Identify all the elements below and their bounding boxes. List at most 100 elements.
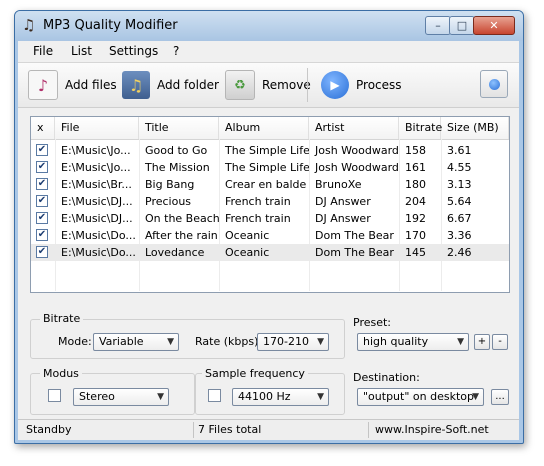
app-window: ♫ MP3 Quality Modifier – □ ✕ File List S… xyxy=(14,10,524,444)
row-checkbox[interactable]: ✔ xyxy=(36,178,48,190)
menu-bar: File List Settings ? xyxy=(18,41,519,61)
rate-select[interactable]: 170-210 ▼ xyxy=(257,333,329,351)
column-header-file[interactable]: File xyxy=(55,117,139,139)
chevron-down-icon: ▼ xyxy=(317,392,324,402)
cell-album: The Simple Life xyxy=(225,144,309,157)
cell-file: E:\Music\DJ... xyxy=(61,212,133,225)
table-row[interactable]: ✔ E:\Music\DJ... On the Beach French tra… xyxy=(31,210,509,227)
table-row[interactable]: ✔ E:\Music\DJ... Precious French train D… xyxy=(31,193,509,210)
cell-album: The Simple Life xyxy=(225,161,309,174)
remove-preset-button[interactable]: - xyxy=(492,334,508,350)
chevron-down-icon: ▼ xyxy=(167,337,174,347)
music-note-icon: ♫ xyxy=(22,16,36,34)
status-state: Standby xyxy=(26,423,72,436)
menu-help[interactable]: ? xyxy=(173,44,179,58)
cell-bitrate: 158 xyxy=(405,144,426,157)
cell-artist: DJ Answer xyxy=(315,212,371,225)
add-preset-button[interactable]: + xyxy=(474,334,490,350)
remove-label: Remove xyxy=(262,78,311,92)
table-row[interactable]: ✔ E:\Music\Do... After the rain Oceanic … xyxy=(31,227,509,244)
chevron-down-icon: ▼ xyxy=(317,337,324,347)
cell-bitrate: 192 xyxy=(405,212,426,225)
cell-album: Oceanic xyxy=(225,246,270,259)
minimize-button[interactable]: – xyxy=(425,16,451,35)
title-bar[interactable]: ♫ MP3 Quality Modifier – □ ✕ xyxy=(15,11,523,41)
menu-file[interactable]: File xyxy=(33,44,53,58)
cell-artist: Dom The Bear xyxy=(315,229,394,242)
mode-select-value: Variable xyxy=(99,335,144,348)
cell-bitrate: 145 xyxy=(405,246,426,259)
close-button[interactable]: ✕ xyxy=(473,16,515,35)
recycle-bin-icon: ♻ xyxy=(225,70,255,100)
cell-size: 3.13 xyxy=(447,178,472,191)
column-header-album[interactable]: Album xyxy=(219,117,309,139)
menu-settings[interactable]: Settings xyxy=(109,44,158,58)
add-files-label: Add files xyxy=(65,78,117,92)
row-checkbox[interactable]: ✔ xyxy=(36,195,48,207)
column-header-bitrate[interactable]: Bitrate xyxy=(399,117,442,139)
add-files-button[interactable]: ♪ Add files xyxy=(28,69,117,101)
status-file-count: 7 Files total xyxy=(198,423,262,436)
table-row[interactable]: ✔ E:\Music\Br... Big Bang Crear en balde… xyxy=(31,176,509,193)
cell-size: 5.64 xyxy=(447,195,472,208)
cell-bitrate: 204 xyxy=(405,195,426,208)
process-label: Process xyxy=(356,78,402,92)
mode-label: Mode: xyxy=(58,335,92,348)
row-checkbox[interactable]: ✔ xyxy=(36,229,48,241)
preset-select[interactable]: high quality ▼ xyxy=(357,333,469,351)
music-folder-icon: ♫ xyxy=(122,71,150,99)
mode-select[interactable]: Variable ▼ xyxy=(93,333,179,351)
row-checkbox[interactable]: ✔ xyxy=(36,161,48,173)
blue-dot-icon xyxy=(488,78,500,90)
stop-button[interactable] xyxy=(480,70,508,98)
cell-file: E:\Music\Br... xyxy=(61,178,132,191)
column-header-size[interactable]: Size (MB) xyxy=(441,117,509,139)
cell-bitrate: 170 xyxy=(405,229,426,242)
table-row[interactable]: ✔ E:\Music\Jo... The Mission The Simple … xyxy=(31,159,509,176)
music-file-icon: ♪ xyxy=(28,70,58,100)
destination-select-value: "output" on desktop xyxy=(363,390,474,403)
row-checkbox[interactable]: ✔ xyxy=(36,212,48,224)
table-row[interactable]: ✔ E:\Music\Jo... Good to Go The Simple L… xyxy=(31,142,509,159)
remove-button[interactable]: ♻ Remove xyxy=(225,69,311,101)
modus-select[interactable]: Stereo ▼ xyxy=(73,388,169,406)
cell-size: 4.55 xyxy=(447,161,472,174)
cell-size: 2.46 xyxy=(447,246,472,259)
bitrate-group-label: Bitrate xyxy=(40,312,84,325)
browse-button[interactable]: ... xyxy=(491,389,509,405)
destination-select[interactable]: "output" on desktop ▼ xyxy=(357,388,484,406)
cell-size: 6.67 xyxy=(447,212,472,225)
cell-file: E:\Music\Do... xyxy=(61,246,136,259)
cell-bitrate: 161 xyxy=(405,161,426,174)
chevron-down-icon: ▼ xyxy=(157,392,164,402)
destination-label: Destination: xyxy=(353,371,420,384)
sample-checkbox[interactable] xyxy=(208,389,221,402)
cell-title: On the Beach xyxy=(145,212,219,225)
process-button[interactable]: ▶ Process xyxy=(321,69,402,101)
add-folder-button[interactable]: ♫ Add folder xyxy=(122,69,219,101)
cell-title: Big Bang xyxy=(145,178,195,191)
cell-file: E:\Music\Do... xyxy=(61,229,136,242)
column-header-artist[interactable]: Artist xyxy=(309,117,399,139)
rate-select-value: 170-210 xyxy=(263,335,309,348)
cell-artist: BrunoXe xyxy=(315,178,362,191)
cell-album: Oceanic xyxy=(225,229,270,242)
sample-select[interactable]: 44100 Hz ▼ xyxy=(232,388,329,406)
modus-checkbox[interactable] xyxy=(48,389,61,402)
cell-title: The Mission xyxy=(145,161,210,174)
cell-artist: Josh Woodward xyxy=(315,144,399,157)
chevron-down-icon: ▼ xyxy=(472,392,479,402)
add-folder-label: Add folder xyxy=(157,78,219,92)
preset-select-value: high quality xyxy=(363,335,429,348)
cell-title: Precious xyxy=(145,195,192,208)
row-checkbox[interactable]: ✔ xyxy=(36,144,48,156)
row-checkbox[interactable]: ✔ xyxy=(36,246,48,258)
file-list[interactable]: x File Title Album Artist Bitrate Size (… xyxy=(30,116,510,293)
toolbar: ♪ Add files ♫ Add folder ♻ Remove ▶ Proc… xyxy=(18,62,519,108)
maximize-button[interactable]: □ xyxy=(449,16,475,35)
menu-list[interactable]: List xyxy=(71,44,92,58)
table-row[interactable]: ✔ E:\Music\Do... Lovedance Oceanic Dom T… xyxy=(31,244,509,261)
column-header-check[interactable]: x xyxy=(31,117,55,139)
rate-label: Rate (kbps): xyxy=(195,335,263,348)
column-header-title[interactable]: Title xyxy=(139,117,219,139)
